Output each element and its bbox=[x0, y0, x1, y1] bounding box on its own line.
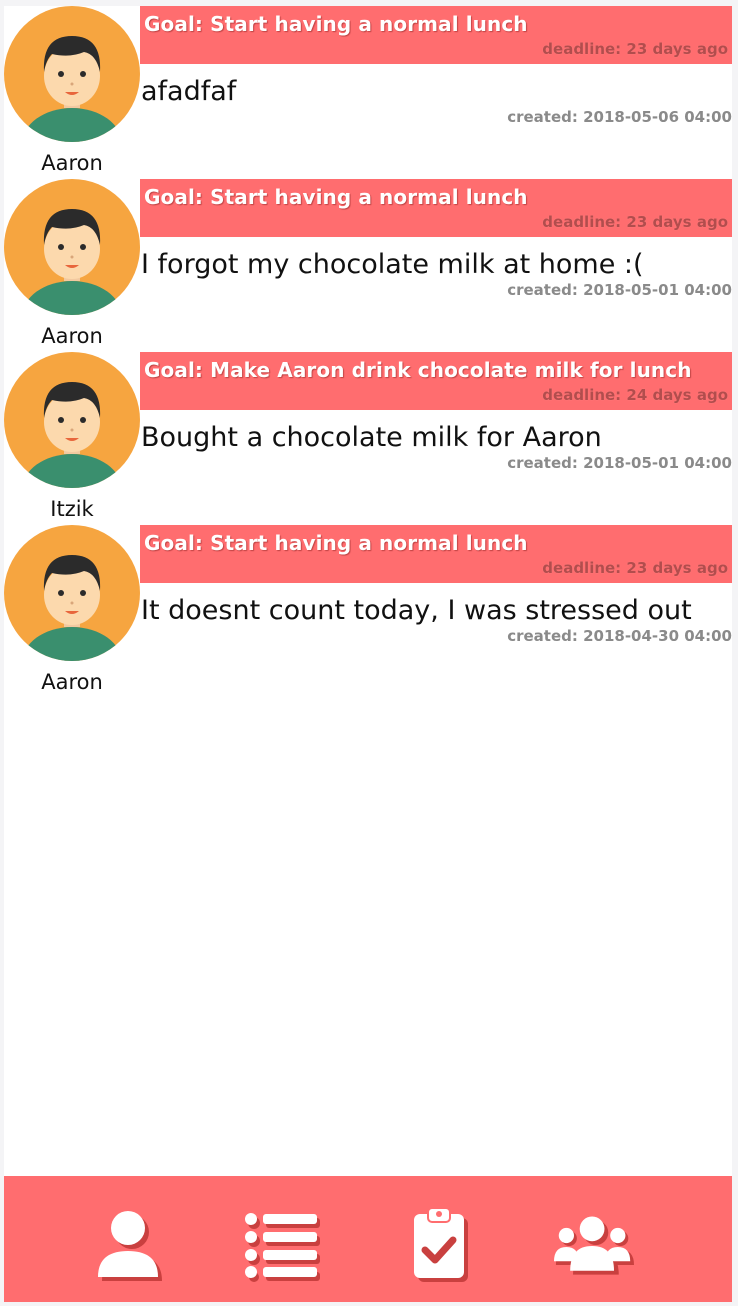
username[interactable]: Itzik bbox=[4, 497, 140, 521]
feed-post[interactable]: Aaron Goal: Start having a normal lunch … bbox=[4, 179, 732, 352]
post-content: Goal: Start having a normal lunch deadli… bbox=[140, 525, 732, 645]
author: Aaron bbox=[4, 6, 140, 175]
goal-deadline: deadline: 23 days ago bbox=[542, 559, 728, 577]
goal-banner[interactable]: Goal: Start having a normal lunch deadli… bbox=[140, 6, 732, 64]
author: Aaron bbox=[4, 525, 140, 694]
post-created: created: 2018-04-30 04:00 bbox=[507, 627, 732, 645]
user-avatar-icon bbox=[4, 6, 140, 142]
post-text: I forgot my chocolate milk at home :( bbox=[141, 249, 644, 280]
user-avatar-icon bbox=[4, 525, 140, 661]
feed-post[interactable]: Aaron Goal: Start having a normal lunch … bbox=[4, 6, 732, 179]
nav-list-button[interactable] bbox=[242, 1206, 322, 1286]
bottom-nav bbox=[4, 1176, 732, 1302]
goal-title: Goal: Start having a normal lunch bbox=[144, 531, 528, 555]
profile-icon bbox=[98, 1211, 162, 1281]
clipboard-check-icon bbox=[414, 1208, 468, 1282]
post-text: afadfaf bbox=[141, 76, 237, 107]
post-content: Goal: Start having a normal lunch deadli… bbox=[140, 179, 732, 299]
goal-title: Goal: Start having a normal lunch bbox=[144, 12, 528, 36]
goal-deadline: deadline: 23 days ago bbox=[542, 213, 728, 231]
nav-goals-button[interactable] bbox=[400, 1206, 480, 1286]
post-content: Goal: Start having a normal lunch deadli… bbox=[140, 6, 732, 126]
username[interactable]: Aaron bbox=[4, 670, 140, 694]
goal-banner[interactable]: Goal: Start having a normal lunch deadli… bbox=[140, 525, 732, 583]
post-text: It doesnt count today, I was stressed ou… bbox=[141, 595, 692, 626]
app-screen: Aaron Goal: Start having a normal lunch … bbox=[4, 6, 732, 1302]
post-created: created: 2018-05-06 04:00 bbox=[507, 108, 732, 126]
goal-banner[interactable]: Goal: Start having a normal lunch deadli… bbox=[140, 179, 732, 237]
post-content: Goal: Make Aaron drink chocolate milk fo… bbox=[140, 352, 732, 472]
user-avatar-icon bbox=[4, 352, 140, 488]
goal-title: Goal: Start having a normal lunch bbox=[144, 185, 528, 209]
list-icon bbox=[245, 1213, 320, 1282]
user-avatar-icon bbox=[4, 179, 140, 315]
feed-post[interactable]: Aaron Goal: Start having a normal lunch … bbox=[4, 525, 732, 698]
post-created: created: 2018-05-01 04:00 bbox=[507, 281, 732, 299]
post-created: created: 2018-05-01 04:00 bbox=[507, 454, 732, 472]
group-icon bbox=[554, 1216, 634, 1275]
author: Itzik bbox=[4, 352, 140, 521]
feed-post[interactable]: Itzik Goal: Make Aaron drink chocolate m… bbox=[4, 352, 732, 525]
goal-banner[interactable]: Goal: Make Aaron drink chocolate milk fo… bbox=[140, 352, 732, 410]
goal-deadline: deadline: 24 days ago bbox=[542, 386, 728, 404]
username[interactable]: Aaron bbox=[4, 151, 140, 175]
avatar[interactable] bbox=[4, 352, 140, 488]
author: Aaron bbox=[4, 179, 140, 348]
nav-profile-button[interactable] bbox=[90, 1206, 170, 1286]
goal-title: Goal: Make Aaron drink chocolate milk fo… bbox=[144, 358, 692, 382]
post-text: Bought a chocolate milk for Aaron bbox=[141, 422, 602, 453]
avatar[interactable] bbox=[4, 6, 140, 142]
username[interactable]: Aaron bbox=[4, 324, 140, 348]
nav-group-button[interactable] bbox=[554, 1206, 634, 1286]
avatar[interactable] bbox=[4, 179, 140, 315]
goal-deadline: deadline: 23 days ago bbox=[542, 40, 728, 58]
feed: Aaron Goal: Start having a normal lunch … bbox=[4, 6, 732, 698]
avatar[interactable] bbox=[4, 525, 140, 661]
